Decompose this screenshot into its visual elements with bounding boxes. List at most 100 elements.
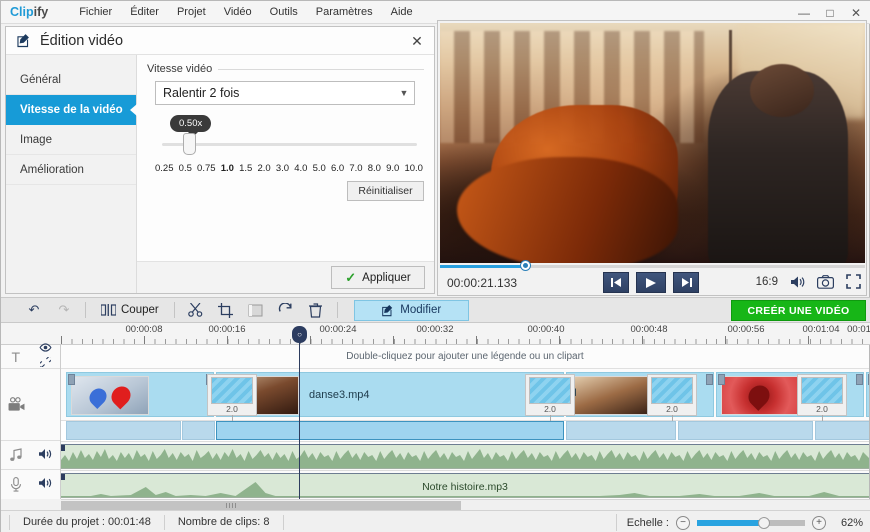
- delete-icon[interactable]: [301, 298, 331, 322]
- speed-slider-track[interactable]: [162, 143, 417, 146]
- seek-handle[interactable]: [520, 261, 530, 270]
- track-header-text[interactable]: T: [1, 343, 60, 369]
- speed-select[interactable]: Ralentir 2 fois ▼: [155, 81, 415, 105]
- menu-projet[interactable]: Projet: [168, 1, 215, 24]
- voice-track-row[interactable]: Notre histoire.mp3: [61, 470, 869, 499]
- redo-icon[interactable]: ↷: [49, 298, 79, 322]
- pencil-icon: [382, 304, 393, 316]
- cut-button[interactable]: Couper: [92, 298, 168, 322]
- zoom-in-button[interactable]: +: [812, 515, 826, 530]
- voice-speaker-toggle[interactable]: [31, 477, 61, 492]
- playhead-line: [299, 327, 300, 499]
- music-speaker-toggle[interactable]: [31, 448, 61, 463]
- speed-select-value: Ralentir 2 fois: [163, 86, 240, 100]
- sidebar-item-image[interactable]: Image: [6, 125, 136, 155]
- transition-duration: 2.0: [816, 404, 828, 414]
- selection-segment[interactable]: [815, 421, 869, 440]
- scale-slider-track[interactable]: [697, 516, 805, 529]
- next-frame-button[interactable]: [673, 272, 699, 293]
- tick-10: 7.0: [349, 163, 363, 174]
- tick-3: 1.0: [220, 163, 234, 174]
- playhead-handle[interactable]: ○: [292, 326, 307, 343]
- dialog-body: Général Vitesse de la vidéo Image Amélio…: [6, 55, 434, 293]
- scissors-icon[interactable]: [181, 298, 211, 322]
- eye-icon[interactable]: [39, 343, 52, 355]
- speaker-icon[interactable]: [789, 273, 806, 290]
- frame-icon[interactable]: [241, 298, 271, 322]
- timeline-clip[interactable]: danse3.mp4: [216, 372, 564, 417]
- timeline-hscrollbar[interactable]: [61, 499, 870, 510]
- speaker-icon[interactable]: [38, 448, 53, 463]
- text-track-row[interactable]: Double-cliquez pour ajouter une légende …: [61, 345, 869, 369]
- menu-video[interactable]: Vidéo: [215, 1, 261, 24]
- menu-outils[interactable]: Outils: [261, 1, 307, 24]
- zoom-out-button[interactable]: −: [676, 515, 690, 530]
- timeline-tracks[interactable]: Double-cliquez pour ajouter une légende …: [61, 345, 869, 499]
- scale-slider-handle[interactable]: [757, 516, 770, 529]
- tick-9: 6.0: [330, 163, 345, 174]
- selection-segment[interactable]: [678, 421, 813, 440]
- woman-hair-lower: [457, 157, 678, 263]
- play-button[interactable]: [636, 272, 666, 293]
- track-header-music[interactable]: [1, 441, 60, 470]
- current-time: 00:00:21.133: [447, 276, 518, 290]
- clip-grip-left[interactable]: [718, 374, 725, 385]
- tick-8: 5.0: [312, 163, 326, 174]
- sidebar-item-video-speed[interactable]: Vitesse de la vidéo: [6, 95, 137, 125]
- seek-bar[interactable]: [440, 261, 865, 270]
- speed-group-header: Vitesse vidéo: [147, 63, 424, 75]
- crop-icon[interactable]: [211, 298, 241, 322]
- menu-editer[interactable]: Éditer: [121, 1, 168, 24]
- toolbar-separator-3: [336, 302, 338, 318]
- timeline-ruler[interactable]: 00:00:08 00:00:16 00:00:24 00:00:32 00:0…: [1, 323, 870, 345]
- sidebar-item-general[interactable]: Général: [6, 65, 136, 95]
- camera-snapshot-icon[interactable]: [817, 273, 834, 290]
- voice-waveform-clip[interactable]: Notre histoire.mp3: [61, 473, 869, 498]
- speaker-icon[interactable]: [38, 477, 53, 492]
- create-video-button[interactable]: CREÉR UNE VIDÉO: [731, 300, 866, 321]
- undo-icon[interactable]: ↶: [19, 298, 49, 322]
- clip-grip-left[interactable]: [868, 374, 869, 385]
- selection-segment[interactable]: [66, 421, 181, 440]
- menu-parametres[interactable]: Paramètres: [307, 1, 382, 24]
- app-logo: Clipify: [10, 5, 48, 19]
- rotate-icon[interactable]: [271, 298, 301, 322]
- selection-segment-active[interactable]: [216, 421, 564, 440]
- modify-button[interactable]: Modifier: [353, 299, 469, 321]
- clip-grip-right[interactable]: [856, 374, 863, 385]
- status-bar: Durée du projet : 00:01:48 Nombre de cli…: [1, 510, 870, 532]
- playback-buttons: [603, 272, 699, 293]
- sidebar-item-amelioration[interactable]: Amélioration: [6, 155, 136, 185]
- transition-marker[interactable]: 2.0: [207, 374, 257, 421]
- menu-fichier[interactable]: Fichier: [70, 1, 121, 24]
- menu-aide[interactable]: Aide: [382, 1, 422, 24]
- timeline-clip[interactable]: [66, 372, 214, 417]
- selection-segment[interactable]: [566, 421, 676, 440]
- timeline-clip[interactable]: [866, 372, 869, 417]
- logo-primary: Clip: [10, 5, 34, 19]
- close-dialog-icon[interactable]: ✕: [408, 32, 426, 50]
- track-header-video[interactable]: [1, 369, 60, 441]
- clip-selection-strip[interactable]: [61, 421, 869, 441]
- selection-segment[interactable]: [182, 421, 215, 440]
- clip-grip-right[interactable]: [706, 374, 713, 385]
- speed-slider-handle[interactable]: [183, 133, 196, 155]
- music-track-row[interactable]: [61, 441, 869, 470]
- logo-secondary: ify: [33, 5, 49, 19]
- hscrollbar-thumb[interactable]: [61, 501, 461, 510]
- reset-button[interactable]: Réinitialiser: [347, 181, 424, 201]
- track-header-voice[interactable]: [1, 470, 60, 499]
- fullscreen-icon[interactable]: [845, 273, 862, 290]
- video-canvas[interactable]: [440, 23, 865, 263]
- apply-button[interactable]: ✓ Appliquer: [331, 266, 425, 289]
- transition-marker[interactable]: 2.0: [797, 374, 847, 421]
- previous-frame-button[interactable]: [603, 272, 629, 293]
- clipify-window: Clipify Fichier Éditer Projet Vidéo Outi…: [0, 0, 870, 532]
- clip-grip-left[interactable]: [68, 374, 75, 385]
- transition-marker[interactable]: 2.0: [647, 374, 697, 421]
- transition-marker[interactable]: 2.0: [525, 374, 575, 421]
- video-track-row[interactable]: danse3.mp4 d 2.0: [61, 369, 869, 421]
- ruler-major-ticks: [61, 335, 870, 344]
- edit-toolbar: ↶ ↷ Couper Modifier CREÉR UNE VIDÉO: [1, 297, 870, 323]
- music-waveform-clip[interactable]: [61, 444, 869, 469]
